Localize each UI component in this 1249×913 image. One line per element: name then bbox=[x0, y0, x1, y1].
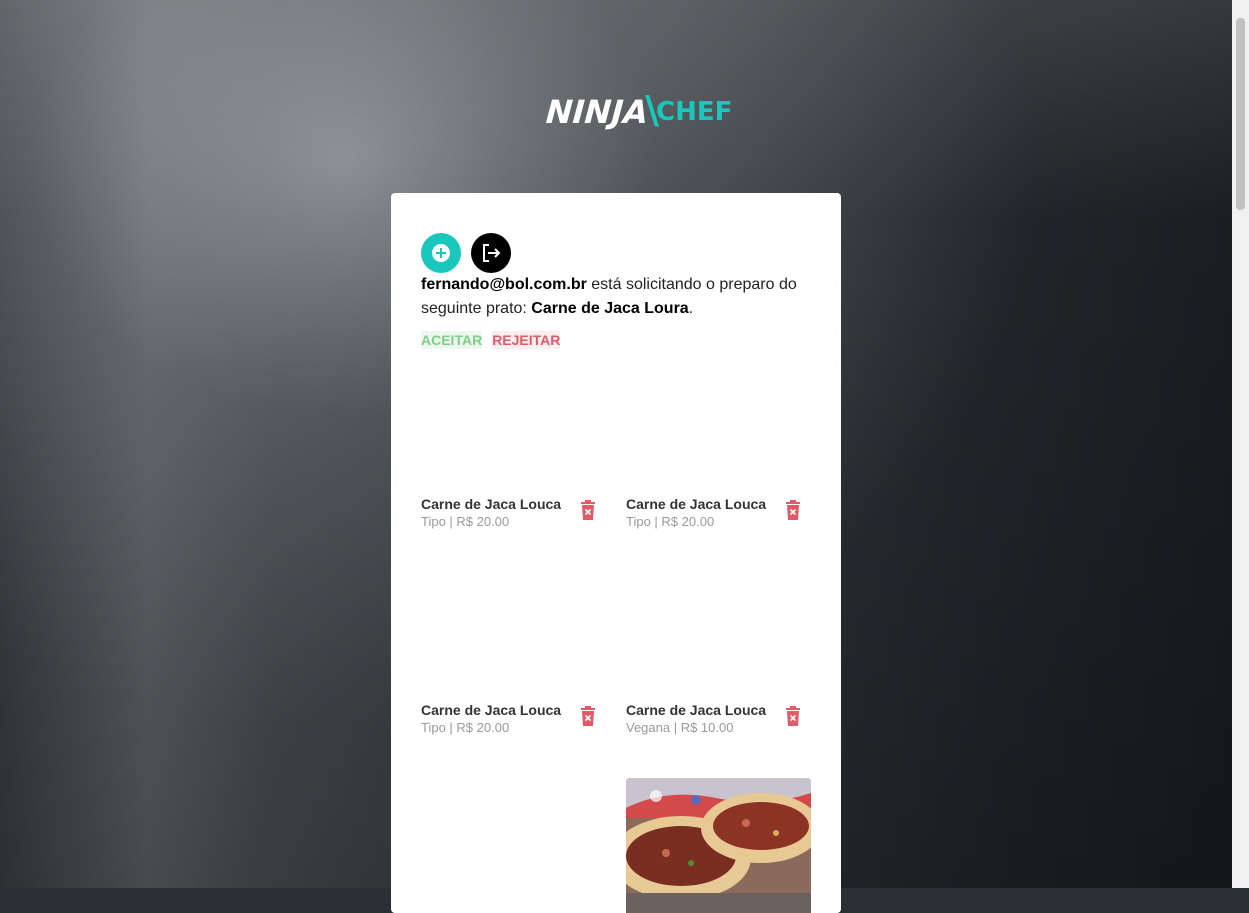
request-actions: ACEITAR REJEITAR bbox=[421, 331, 561, 349]
dish-meta: Tipo | R$ 20.00 bbox=[421, 514, 510, 529]
requester-email: fernando@bol.com.br bbox=[421, 276, 587, 293]
plus-circle-icon bbox=[432, 244, 450, 262]
delete-icon[interactable] bbox=[580, 500, 596, 520]
main-card: fernando@bol.com.br está solicitando o p… bbox=[391, 193, 841, 913]
scrollbar-thumb[interactable] bbox=[1236, 18, 1245, 210]
ninjachef-logo: NINJA \ CHEF bbox=[544, 88, 733, 134]
dish-meta: Vegana | R$ 10.00 bbox=[626, 720, 734, 735]
dish-meta: Tipo | R$ 20.00 bbox=[421, 720, 510, 735]
delete-icon[interactable] bbox=[785, 500, 801, 520]
order-request-message: fernando@bol.com.br está solicitando o p… bbox=[421, 273, 811, 321]
dish-meta: Tipo | R$ 20.00 bbox=[626, 514, 715, 529]
add-dish-button[interactable] bbox=[421, 233, 461, 273]
delete-icon[interactable] bbox=[580, 706, 596, 726]
logo-ninja-text: NINJA bbox=[544, 93, 650, 131]
dish-name: Carne de Jaca Louca bbox=[421, 496, 562, 512]
logo-chef-text: CHEF bbox=[656, 97, 733, 127]
requested-dish-name: Carne de Jaca Loura bbox=[531, 300, 689, 317]
logout-icon bbox=[483, 244, 501, 262]
dish-name: Carne de Jaca Louca bbox=[421, 702, 562, 718]
request-end: . bbox=[688, 300, 694, 317]
reject-button[interactable]: REJEITAR bbox=[492, 331, 561, 349]
dish-name: Carne de Jaca Louca bbox=[626, 702, 767, 718]
delete-icon[interactable] bbox=[785, 706, 801, 726]
dish-photo[interactable] bbox=[626, 778, 811, 913]
dish-name: Carne de Jaca Louca bbox=[626, 496, 767, 512]
page-scrollbar[interactable] bbox=[1232, 0, 1249, 888]
sandwich-photo-image bbox=[626, 778, 811, 913]
logout-button[interactable] bbox=[471, 233, 511, 273]
logo-slash-mark: \ bbox=[645, 88, 660, 132]
accept-button[interactable]: ACEITAR bbox=[421, 331, 483, 349]
